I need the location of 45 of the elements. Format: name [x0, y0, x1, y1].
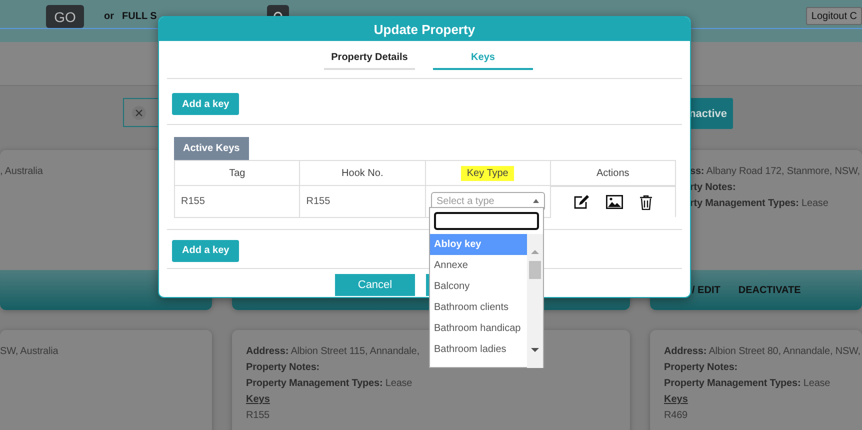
dropdown-option[interactable]: Annexe — [430, 255, 527, 276]
card-field: Property Management Types: Lease — [246, 376, 412, 392]
card-field: , Australia — [0, 164, 43, 180]
table-cell: R155 — [300, 186, 425, 217]
image-icon[interactable] — [606, 195, 624, 209]
trash-icon[interactable] — [640, 194, 652, 210]
card-field: Address: Albion Street 80, Annandale, NSW, — [664, 344, 860, 360]
card-action-link[interactable]: DEACTIVATE — [738, 284, 801, 296]
caret-icon — [532, 199, 539, 204]
edit-icon[interactable] — [573, 194, 590, 210]
logout-button[interactable]: Logitout C — [806, 7, 862, 25]
table-cell: R155 — [174, 186, 300, 217]
card-field: Property Management Types: Lease — [664, 376, 830, 392]
search-label: FULL S — [122, 11, 157, 22]
card-field: Property Notes: — [246, 360, 320, 376]
go-button[interactable]: GO — [46, 5, 84, 28]
tab[interactable]: Property Details — [324, 47, 415, 70]
dropdown-option[interactable]: Balcony — [430, 276, 527, 297]
key-tag: R155 — [246, 408, 270, 424]
column-title: Key Type — [460, 166, 514, 180]
dropdown-option[interactable]: Bathroom ladies — [430, 339, 527, 360]
search-field[interactable] — [434, 212, 539, 230]
card-field: Property Notes: — [664, 360, 738, 376]
dropdown-option[interactable]: Abloy key — [430, 234, 527, 255]
dropdown-option[interactable]: Bathroom handicap — [430, 318, 527, 339]
card-action-link[interactable]: / EDIT — [692, 284, 720, 296]
keys-heading: Keys — [246, 393, 271, 407]
card-field: Address: Albion Street 115, Annandale, — [246, 344, 420, 360]
tab[interactable]: Keys — [433, 47, 533, 70]
column-title: Tag — [229, 168, 246, 178]
key-tag: R469 — [664, 408, 688, 424]
or-label: or — [104, 11, 114, 22]
card-field: ss: Albany Road 172, Stanmore, NSW, — [690, 164, 860, 180]
column-title: Actions — [596, 168, 630, 178]
dropdown-option[interactable]: Bathroom clients — [430, 297, 527, 318]
add-key-button[interactable]: Add a key — [172, 93, 240, 115]
card-field: SW, Australia — [0, 344, 58, 360]
scrollbar[interactable] — [527, 234, 543, 368]
dialog-title: Update Property — [374, 22, 476, 36]
section-tab[interactable]: Active Keys — [174, 137, 249, 160]
column-title: Hook No. — [342, 168, 384, 178]
cancel-button[interactable]: Cancel — [335, 274, 415, 296]
keys-heading: Keys — [664, 393, 689, 407]
add-key-button[interactable]: Add a key — [172, 240, 240, 262]
clear-icon[interactable] — [132, 106, 146, 120]
